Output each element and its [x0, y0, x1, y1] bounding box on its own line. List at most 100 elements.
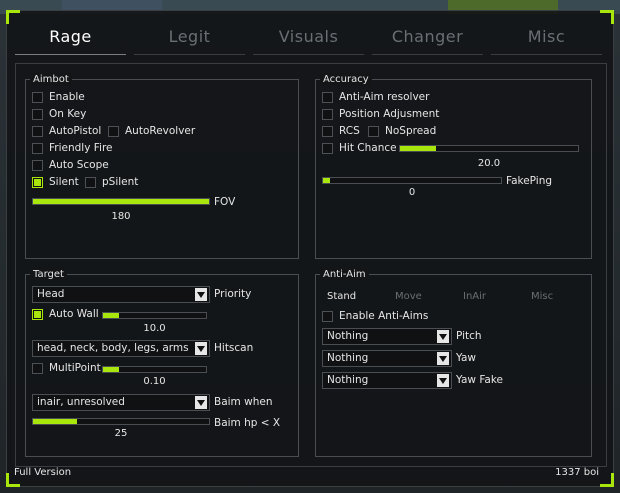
yaw-select-value: Nothing	[327, 352, 369, 364]
corner-accent	[6, 10, 20, 24]
autorevolver-checkbox[interactable]	[108, 125, 119, 137]
friendly-fire-label: Friendly Fire	[49, 142, 113, 154]
baim-select[interactable]: inair, unresolved	[32, 394, 210, 411]
autopistol-label: AutoPistol	[49, 125, 102, 137]
hit-chance-checkbox[interactable]	[322, 142, 333, 154]
silent-row: Silent	[32, 175, 79, 189]
corner-accent	[600, 10, 614, 24]
tab-rage[interactable]: Rage	[15, 23, 126, 55]
aimbot-title: Aimbot	[30, 73, 72, 86]
hit-chance-row: Hit Chance	[322, 141, 397, 155]
tab-misc[interactable]: Misc	[491, 23, 602, 55]
yaw-label: Yaw	[456, 352, 476, 364]
accuracy-group: Accuracy Anti-Aim resolver Position Adju…	[315, 73, 592, 259]
multipoint-slider-fill	[103, 367, 119, 372]
aimbot-group: Aimbot Enable On Key AutoPistol AutoRevo…	[25, 73, 299, 259]
psilent-row: pSilent	[85, 175, 138, 189]
hitscan-select-value: head, neck, body, legs, arms	[37, 342, 189, 354]
auto-scope-row: Auto Scope	[32, 158, 109, 172]
fov-value: 180	[111, 211, 131, 222]
hit-chance-slider-fill	[400, 146, 436, 151]
auto-wall-slider[interactable]	[102, 312, 207, 319]
fov-label: FOV	[214, 196, 236, 208]
anti-aim-resolver-label: Anti-Aim resolver	[339, 91, 430, 103]
hitscan-label: Hitscan	[214, 342, 254, 354]
target-group: Target Head Priority Auto Wall 10.0 head…	[25, 268, 299, 457]
baim-hp-label: Baim hp < X	[214, 417, 281, 429]
fakeping-value: 0	[408, 187, 416, 198]
baim-hp-value: 25	[114, 428, 128, 439]
auto-wall-value: 10.0	[143, 323, 166, 334]
autopistol-row: AutoPistol	[32, 124, 101, 138]
enable-anti-aims-label: Enable Anti-Aims	[339, 310, 429, 322]
tab-visuals[interactable]: Visuals	[253, 23, 364, 55]
auto-scope-checkbox[interactable]	[32, 159, 43, 171]
baim-select-value: inair, unresolved	[37, 396, 125, 408]
multipoint-value: 0.10	[143, 376, 166, 387]
main-tabs: Rage Legit Visuals Changer Misc	[15, 23, 607, 67]
auto-scope-label: Auto Scope	[49, 159, 109, 171]
footer-version: Full Version	[14, 467, 72, 478]
rcs-row: RCS	[322, 124, 360, 138]
nospread-checkbox[interactable]	[368, 125, 379, 137]
chevron-down-icon	[195, 396, 207, 409]
yaw-fake-label: Yaw Fake	[456, 374, 504, 386]
subtab-stand[interactable]: Stand	[327, 291, 356, 302]
fov-slider[interactable]	[32, 198, 210, 205]
autopistol-checkbox[interactable]	[32, 125, 43, 137]
position-adjustment-checkbox[interactable]	[322, 108, 333, 120]
rcs-label: RCS	[339, 125, 360, 137]
yaw-select[interactable]: Nothing	[322, 350, 452, 367]
anti-aim-resolver-row: Anti-Aim resolver	[322, 90, 429, 104]
psilent-checkbox[interactable]	[85, 176, 96, 188]
accuracy-title: Accuracy	[320, 73, 372, 86]
rcs-checkbox[interactable]	[322, 125, 333, 137]
priority-select[interactable]: Head	[32, 286, 210, 303]
friendly-fire-row: Friendly Fire	[32, 141, 113, 155]
hitscan-select[interactable]: head, neck, body, legs, arms	[32, 340, 210, 357]
multipoint-row: MultiPoint	[32, 361, 101, 375]
silent-checkbox[interactable]	[32, 176, 43, 188]
enable-row: Enable	[32, 90, 85, 104]
chevron-down-icon	[437, 374, 449, 387]
subtab-move[interactable]: Move	[395, 291, 422, 302]
enable-anti-aims-checkbox[interactable]	[322, 310, 333, 322]
anti-aim-title: Anti-Aim	[320, 268, 369, 281]
cheat-menu-window: Rage Legit Visuals Changer Misc Aimbot E…	[6, 10, 614, 487]
anti-aim-resolver-checkbox[interactable]	[322, 91, 333, 103]
friendly-fire-checkbox[interactable]	[32, 142, 43, 154]
psilent-label: pSilent	[102, 176, 139, 188]
auto-wall-checkbox[interactable]	[32, 308, 43, 320]
baim-label: Baim when	[214, 396, 273, 408]
on-key-label: On Key	[49, 108, 87, 120]
chevron-down-icon	[437, 352, 449, 365]
auto-wall-row: Auto Wall	[32, 307, 99, 321]
subtab-misc[interactable]: Misc	[531, 291, 553, 302]
multipoint-checkbox[interactable]	[32, 362, 43, 374]
tab-content: Aimbot Enable On Key AutoPistol AutoRevo…	[15, 63, 607, 467]
tab-legit[interactable]: Legit	[134, 23, 245, 55]
priority-label: Priority	[214, 288, 252, 300]
fakeping-label: FakePing	[506, 175, 553, 187]
position-adjustment-row: Position Adjusment	[322, 107, 439, 121]
chevron-down-icon	[195, 342, 207, 355]
on-key-row: On Key	[32, 107, 86, 121]
footer-user: 1337 boi	[555, 467, 599, 478]
multipoint-slider[interactable]	[102, 366, 207, 373]
nospread-label: NoSpread	[385, 125, 437, 137]
pitch-select[interactable]: Nothing	[322, 328, 452, 345]
auto-wall-slider-fill	[103, 313, 119, 318]
multipoint-label: MultiPoint	[49, 362, 101, 374]
enable-checkbox[interactable]	[32, 91, 43, 103]
corner-accent	[600, 473, 614, 487]
on-key-checkbox[interactable]	[32, 108, 43, 120]
pitch-label: Pitch	[456, 330, 482, 342]
autorevolver-row: AutoRevolver	[108, 124, 195, 138]
enable-anti-aims-row: Enable Anti-Aims	[322, 309, 428, 323]
fakeping-slider[interactable]	[322, 177, 502, 184]
yaw-fake-select[interactable]: Nothing	[322, 372, 452, 389]
tab-changer[interactable]: Changer	[372, 23, 483, 55]
subtab-inair[interactable]: InAir	[463, 291, 486, 302]
baim-hp-slider[interactable]	[32, 418, 210, 425]
hit-chance-slider[interactable]	[399, 145, 579, 152]
